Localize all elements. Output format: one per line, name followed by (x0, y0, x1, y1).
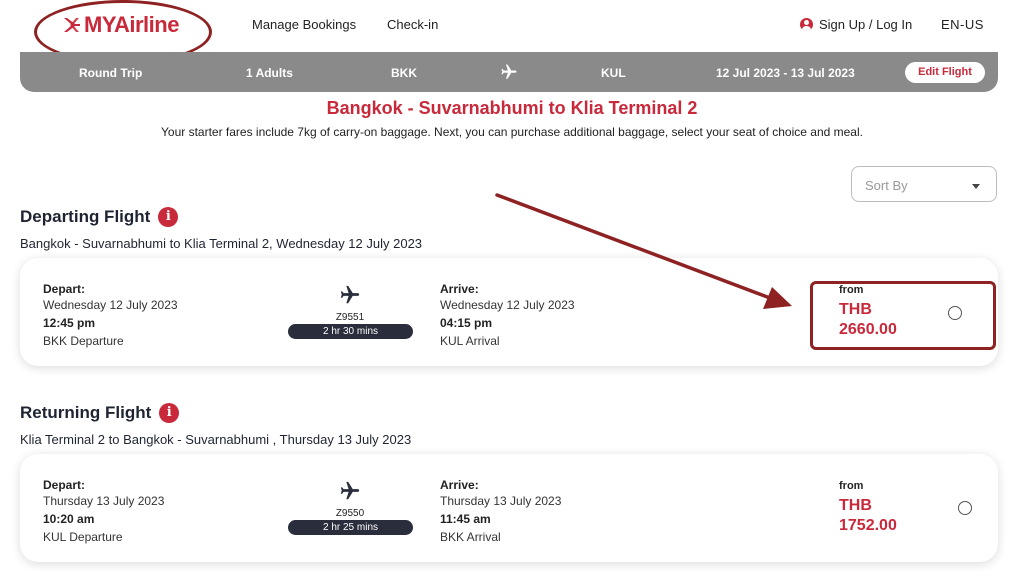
select-fare-radio[interactable] (958, 501, 972, 515)
price-annotation-box (810, 281, 996, 350)
sign-in-label: Sign Up / Log In (819, 17, 913, 32)
depart-label: Depart: (43, 478, 86, 492)
flight-duration: 2 hr 25 mins (288, 520, 413, 535)
depart-date: Wednesday 12 July 2023 (43, 298, 178, 312)
travel-dates: 12 Jul 2023 - 13 Jul 2023 (716, 66, 855, 80)
depart-time: 12:45 pm (43, 316, 96, 330)
logo-text: MYAirline (84, 12, 179, 37)
route-title: Bangkok - Suvarnabhumi to Klia Terminal … (326, 98, 698, 118)
depart-info: Depart: Wednesday 12 July 2023 12:45 pm … (43, 281, 178, 349)
depart-time: 10:20 am (43, 512, 95, 526)
arrive-info: Arrive: Wednesday 12 July 2023 04:15 pm … (440, 281, 575, 349)
arrive-time: 04:15 pm (440, 316, 493, 330)
nav-check-in[interactable]: Check-in (387, 17, 438, 32)
departing-section-title: Departing Flight i (20, 207, 179, 227)
fare-price: from THB 1752.00 (839, 480, 897, 536)
departing-subtitle: Bangkok - Suvarnabhumi to Klia Terminal … (20, 236, 423, 251)
edit-flight-button[interactable]: Edit Flight (905, 62, 985, 83)
sign-in-link[interactable]: Sign Up / Log In (800, 17, 912, 32)
depart-place: BKK Departure (43, 334, 124, 348)
departing-title: Departing Flight (20, 207, 151, 226)
from-label: from (839, 480, 864, 492)
flight-number: Z9550 (335, 508, 365, 519)
flight-number: Z9551 (335, 312, 365, 323)
depart-info: Depart: Thursday 13 July 2023 10:20 am K… (43, 477, 164, 545)
passenger-count: 1 Adults (246, 66, 293, 80)
depart-label: Depart: (43, 282, 86, 296)
sort-placeholder: Sort By (865, 178, 908, 193)
returning-title: Returning Flight (20, 403, 152, 422)
depart-date: Thursday 13 July 2023 (43, 494, 165, 508)
arrive-place: KUL Arrival (440, 334, 500, 348)
sort-dropdown[interactable]: Sort By (851, 166, 997, 202)
top-header: MYAirline Manage Bookings Check-in Sign … (0, 0, 1024, 64)
arrive-info: Arrive: Thursday 13 July 2023 11:45 am B… (440, 477, 561, 545)
nav-manage-bookings[interactable]: Manage Bookings (252, 17, 356, 32)
airplane-icon (340, 285, 360, 304)
arrive-time: 11:45 am (440, 512, 491, 526)
airplane-icon (500, 63, 518, 84)
user-icon (800, 18, 813, 31)
depart-place: KUL Departure (43, 530, 123, 544)
info-icon[interactable]: i (158, 207, 179, 227)
arrive-place: BKK Arrival (440, 530, 501, 544)
logo[interactable]: MYAirline (62, 12, 179, 38)
origin-code: BKK (391, 66, 417, 80)
trip-type: Round Trip (79, 66, 143, 80)
currency: THB (839, 497, 872, 514)
airplane-logo-icon (64, 18, 80, 32)
flight-details: Z9551 2 hr 30 mins (288, 284, 413, 339)
arrive-label: Arrive: (440, 478, 479, 492)
arrive-label: Arrive: (440, 282, 479, 296)
returning-subtitle: Klia Terminal 2 to Bangkok - Suvarnabhum… (20, 432, 412, 447)
search-summary-bar: Round Trip 1 Adults BKK KUL 12 Jul 2023 … (20, 52, 998, 92)
language-selector[interactable]: EN-US (941, 17, 984, 32)
returning-section-title: Returning Flight i (20, 403, 180, 423)
chevron-down-icon (972, 184, 980, 189)
flight-duration: 2 hr 30 mins (288, 324, 413, 339)
arrive-date: Wednesday 12 July 2023 (440, 298, 575, 312)
arrive-date: Thursday 13 July 2023 (440, 494, 562, 508)
flight-details: Z9550 2 hr 25 mins (288, 480, 413, 535)
airplane-icon (340, 481, 360, 500)
info-icon[interactable]: i (159, 403, 180, 423)
price-amount: 1752.00 (839, 517, 897, 534)
destination-code: KUL (601, 66, 626, 80)
route-subtitle: Your starter fares include 7kg of carry-… (161, 125, 863, 139)
returning-flight-card[interactable]: Depart: Thursday 13 July 2023 10:20 am K… (20, 454, 998, 562)
